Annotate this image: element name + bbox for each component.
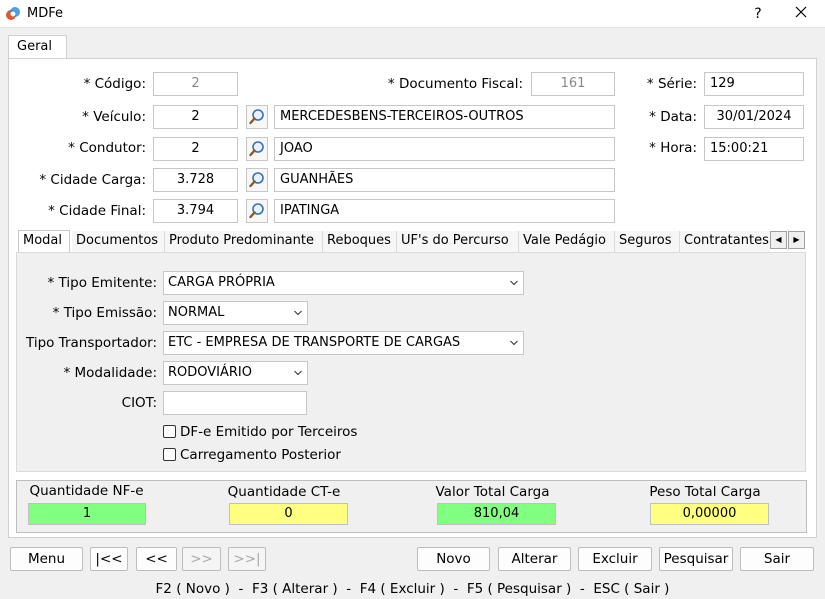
documento-fiscal-field[interactable]: 161 xyxy=(531,72,615,96)
cidade-final-search-button[interactable] xyxy=(246,199,268,223)
tipo-emissao-select[interactable]: NORMAL xyxy=(163,301,308,325)
veiculo-code-field[interactable]: 2 xyxy=(153,105,238,129)
magnifier-icon xyxy=(249,109,264,125)
previous-record-button[interactable]: << xyxy=(136,547,177,571)
tab-scroll-right-button[interactable]: ▶ xyxy=(788,231,805,249)
peso-total-value: 0,00000 xyxy=(650,503,769,525)
tab-vale-pedagio[interactable]: Vale Pedágio xyxy=(519,231,615,253)
modalidade-select[interactable]: RODOVIÁRIO xyxy=(163,361,308,385)
condutor-search-button[interactable] xyxy=(246,137,268,161)
tipo-emitente-select[interactable]: CARGA PRÓPRIA xyxy=(163,271,524,295)
magnifier-icon xyxy=(249,172,264,188)
tab-scroll-left-button[interactable]: ◀ xyxy=(770,231,787,249)
checkbox-box[interactable] xyxy=(163,425,176,438)
dfe-terceiros-label: DF-e Emitido por Terceiros xyxy=(180,424,358,440)
serie-label: * Série: xyxy=(646,76,697,92)
close-button[interactable] xyxy=(786,3,816,25)
tab-seguros[interactable]: Seguros xyxy=(615,231,680,253)
carregamento-posterior-checkbox[interactable]: Carregamento Posterior xyxy=(163,447,341,463)
modalidade-label: * Modalidade: xyxy=(63,365,157,381)
tipo-transportador-label: Tipo Transportador: xyxy=(25,335,157,351)
tipo-transportador-value: ETC - EMPRESA DE TRANSPORTE DE CARGAS xyxy=(168,335,461,350)
tipo-emissao-label: * Tipo Emissão: xyxy=(52,305,157,321)
data-field[interactable]: 30/01/2024 xyxy=(704,105,804,129)
condutor-desc-field[interactable]: JOAO xyxy=(274,137,615,161)
tab-geral[interactable]: Geral xyxy=(8,35,67,59)
cidade-final-label: * Cidade Final: xyxy=(48,203,146,219)
tab-modal[interactable]: Modal xyxy=(18,230,70,253)
shortcuts-bar: F2 ( Novo ) - F3 ( Alterar ) - F4 ( Excl… xyxy=(0,580,825,599)
carregamento-posterior-label: Carregamento Posterior xyxy=(180,447,341,463)
tab-documentos[interactable]: Documentos xyxy=(72,231,165,253)
ciot-label: CIOT: xyxy=(121,395,157,411)
close-icon xyxy=(795,6,807,18)
chevron-down-icon xyxy=(294,310,302,316)
novo-button[interactable]: Novo xyxy=(417,547,490,571)
hora-label: * Hora: xyxy=(649,140,697,156)
tipo-emissao-value: NORMAL xyxy=(168,305,225,320)
qtd-nfe-label: Quantidade NF-e xyxy=(29,483,144,499)
condutor-code-field[interactable]: 2 xyxy=(153,137,238,161)
condutor-label: * Condutor: xyxy=(68,140,146,156)
sub-tab-bar: Modal Documentos Produto Predominante Re… xyxy=(16,230,806,253)
data-label: * Data: xyxy=(649,109,697,125)
cidade-carga-desc-field[interactable]: GUANHÃES xyxy=(274,168,615,192)
pesquisar-button[interactable]: Pesquisar xyxy=(659,547,733,571)
cidade-carga-search-button[interactable] xyxy=(246,168,268,192)
window-title: MDFe xyxy=(27,6,63,21)
veiculo-label: * Veículo: xyxy=(82,109,146,125)
title-bar: MDFe ? xyxy=(0,0,825,28)
first-record-button[interactable]: |<< xyxy=(90,547,128,571)
magnifier-icon xyxy=(249,203,264,219)
peso-total-label: Peso Total Carga xyxy=(649,484,761,500)
valor-total-label: Valor Total Carga xyxy=(435,484,550,500)
veiculo-search-button[interactable] xyxy=(246,105,268,129)
checkbox-box[interactable] xyxy=(163,448,176,461)
excluir-button[interactable]: Excluir xyxy=(578,547,652,571)
hora-field[interactable]: 15:00:21 xyxy=(704,137,804,161)
cidade-carga-label: * Cidade Carga: xyxy=(39,172,146,188)
tipo-transportador-select[interactable]: ETC - EMPRESA DE TRANSPORTE DE CARGAS xyxy=(163,331,524,355)
veiculo-desc-field[interactable]: MERCEDESBENS-TERCEIROS-OUTROS xyxy=(274,105,615,129)
app-icon xyxy=(6,7,20,20)
dfe-terceiros-checkbox[interactable]: DF-e Emitido por Terceiros xyxy=(163,424,357,440)
documento-fiscal-label: * Documento Fiscal: xyxy=(387,76,523,92)
help-button[interactable]: ? xyxy=(748,3,768,25)
serie-field[interactable]: 129 xyxy=(704,72,804,96)
valor-total-value: 810,04 xyxy=(437,503,556,525)
tipo-emitente-label: * Tipo Emitente: xyxy=(47,275,157,291)
magnifier-icon xyxy=(249,141,264,157)
tipo-emitente-value: CARGA PRÓPRIA xyxy=(168,275,275,290)
cidade-carga-code-field[interactable]: 3.728 xyxy=(153,168,238,192)
ciot-field[interactable] xyxy=(163,391,307,415)
menu-button[interactable]: Menu xyxy=(10,547,83,571)
tab-ufs-do-percurso[interactable]: UF's do Percurso xyxy=(397,231,519,253)
chevron-down-icon xyxy=(510,280,518,286)
last-record-button[interactable]: >>| xyxy=(228,547,266,571)
modalidade-value: RODOVIÁRIO xyxy=(168,365,252,380)
qtd-nfe-value: 1 xyxy=(28,503,146,525)
alterar-button[interactable]: Alterar xyxy=(498,547,571,571)
sair-button[interactable]: Sair xyxy=(740,547,814,571)
codigo-field[interactable]: 2 xyxy=(153,72,238,96)
cidade-final-desc-field[interactable]: IPATINGA xyxy=(274,199,615,223)
codigo-label: * Código: xyxy=(83,76,146,92)
qtd-cte-label: Quantidade CT-e xyxy=(227,484,341,500)
chevron-down-icon xyxy=(510,340,518,346)
shortcuts-text: F2 ( Novo ) - F3 ( Alterar ) - F4 ( Excl… xyxy=(155,581,670,597)
cidade-final-code-field[interactable]: 3.794 xyxy=(153,199,238,223)
tab-produto-predominante[interactable]: Produto Predominante xyxy=(165,231,323,253)
chevron-down-icon xyxy=(294,370,302,376)
next-record-button[interactable]: >> xyxy=(182,547,221,571)
tab-contratantes[interactable]: Contratantes xyxy=(680,231,770,253)
tab-reboques[interactable]: Reboques xyxy=(323,231,397,253)
qtd-cte-value: 0 xyxy=(229,503,348,525)
